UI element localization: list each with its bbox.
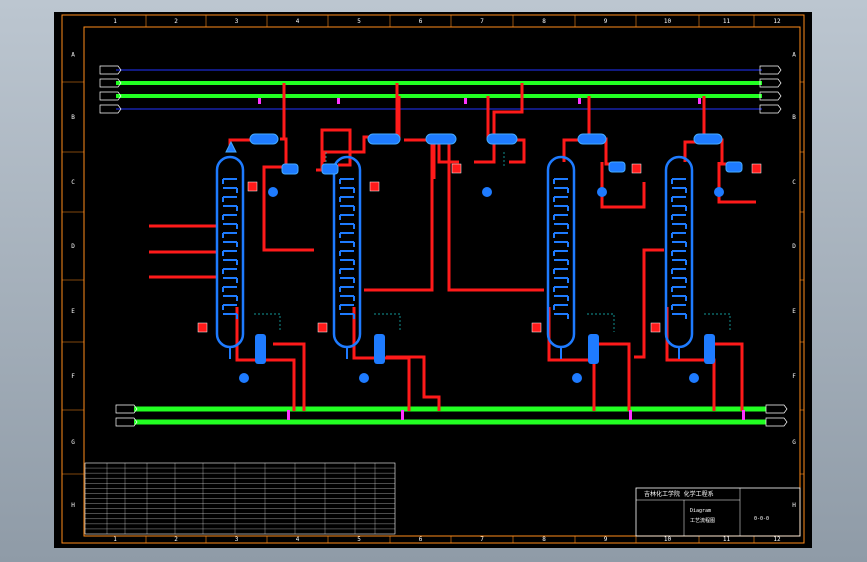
grid-row-label: H <box>792 502 796 509</box>
drawing-name: Diagram <box>690 508 711 514</box>
top-utility-headers <box>99 65 782 114</box>
grid-column-label: 5 <box>357 536 361 543</box>
grid-column-label: 3 <box>235 536 239 543</box>
instrument-lines <box>254 152 731 332</box>
grid-column-label: 7 <box>480 18 484 25</box>
drawing-number: 0-0-0 <box>754 516 769 522</box>
grid-column-label: 2 <box>174 18 178 25</box>
grid-column-label: 2 <box>174 536 178 543</box>
grid-row-label: A <box>71 52 75 59</box>
grid-row-label: B <box>792 114 796 121</box>
grid-column-label: 11 <box>723 536 731 543</box>
grid-row-label: F <box>792 373 796 380</box>
grid-column-label: 11 <box>723 18 731 25</box>
grid-column-label: 9 <box>604 536 608 543</box>
grid-row-label: A <box>792 52 796 59</box>
grid-row-label: G <box>71 439 75 446</box>
drawing-sheet: 1 1 2 2 3 3 4 4 5 5 6 6 7 7 8 8 9 9 10 10 11 11 12 12 A A B B C C D D E E… <box>54 12 812 548</box>
process-flow-diagram: 112233445566778899101011111212A AB BC CD DE E… <box>61 14 805 544</box>
grid-column-label: 12 <box>773 536 781 543</box>
grid-column-label: 10 <box>664 536 672 543</box>
grid-row-label: B <box>71 114 75 121</box>
grid-row-label: G <box>792 439 796 446</box>
grid-column-label: 9 <box>604 18 608 25</box>
grid-column-label: 12 <box>773 18 781 25</box>
spool-markers <box>258 98 745 420</box>
grid-column-label: 1 <box>113 18 117 25</box>
grid-column-label: 8 <box>542 18 546 25</box>
control-valves <box>197 163 762 333</box>
grid-row-label: E <box>792 308 796 315</box>
grid-column-label: 1 <box>113 536 117 543</box>
grid-column-label: 6 <box>419 18 423 25</box>
grid-column-label: 3 <box>235 18 239 25</box>
drawing-subtitle: 工艺流程图 <box>690 517 715 524</box>
bottom-utility-headers <box>115 404 788 427</box>
grid-column-label: 4 <box>296 18 300 25</box>
grid-column-label: 6 <box>419 536 423 543</box>
grid-column-label: 4 <box>296 536 300 543</box>
overhead-vessels <box>225 133 743 175</box>
grid-column-label: 8 <box>542 536 546 543</box>
pumps <box>239 187 724 383</box>
reboilers <box>255 334 715 364</box>
parts-list-table <box>84 462 396 535</box>
grid-column-label: 5 <box>357 18 361 25</box>
grid-column-label: 10 <box>664 18 672 25</box>
grid-row-label: D <box>71 243 75 250</box>
grid-row-label: D <box>792 243 796 250</box>
title-heading: 吉林化工学院 化学工程系 <box>644 490 714 498</box>
grid-row-label: C <box>71 179 75 186</box>
grid-row-label: E <box>71 308 75 315</box>
title-block: 吉林化工学院 化学工程系 Diagram 工艺流程图 0-0-0 <box>635 487 801 537</box>
grid-row-label: F <box>71 373 75 380</box>
distillation-columns <box>215 155 694 359</box>
grid-row-label: C <box>792 179 796 186</box>
grid-row-label: H <box>71 502 75 509</box>
grid-column-label: 7 <box>480 536 484 543</box>
